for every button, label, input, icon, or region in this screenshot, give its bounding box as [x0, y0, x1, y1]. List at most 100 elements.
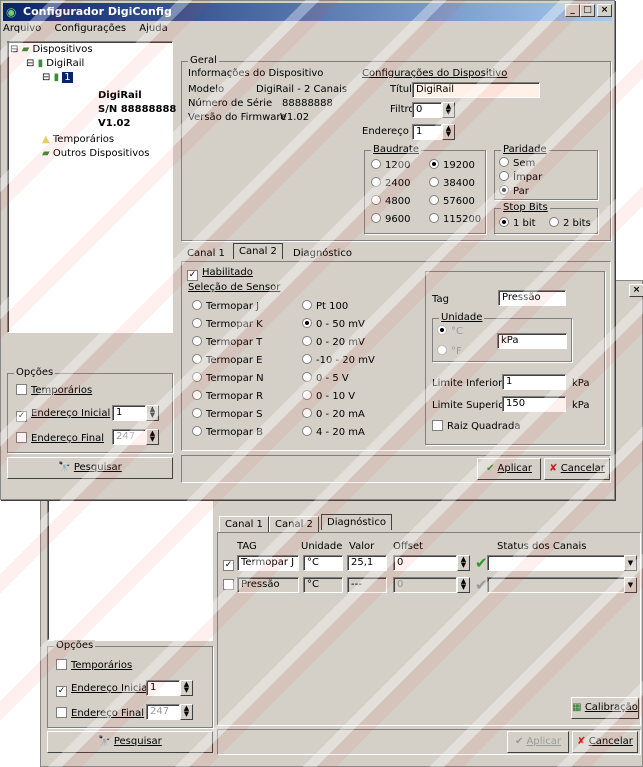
close-icon[interactable]: ×: [629, 284, 643, 297]
cancelar-button-back[interactable]: ✘ Cancelar: [572, 731, 638, 753]
diag-offset[interactable]: 0: [393, 555, 457, 571]
sensor-0-10v[interactable]: 0 - 10 V: [302, 390, 355, 402]
sensor-0-50mv[interactable]: 0 - 50 mV: [302, 318, 365, 330]
aplicar-button-back[interactable]: ✔ Aplicar: [507, 731, 569, 753]
sensor-pt100[interactable]: Pt 100: [302, 300, 348, 312]
spin-icon[interactable]: ▲ ▼: [457, 577, 470, 593]
endereco-inicial-input[interactable]: 1: [112, 405, 146, 421]
calibration-icon: ▦: [572, 702, 582, 713]
device-tree[interactable]: ⊟ ▰ Dispositivos ⊟ ▮ DigiRail ⊟ ▮ 1 Digi…: [7, 41, 176, 333]
cancelar-button[interactable]: ✘ Cancelar: [544, 458, 610, 480]
sensor-termopar-e[interactable]: Termopar E: [192, 354, 262, 366]
temporarios-checkbox[interactable]: Temporários: [16, 384, 92, 396]
table-row[interactable]: [223, 579, 238, 591]
search-button[interactable]: 🔭 Pesquisar: [7, 457, 173, 479]
table-row[interactable]: ✓: [223, 557, 238, 571]
menu-ajuda[interactable]: Ajuda: [139, 23, 167, 34]
baud-2400[interactable]: 2400: [371, 177, 410, 189]
tab-canal1[interactable]: Canal 1: [181, 245, 231, 262]
paridade-impar[interactable]: Ímpar: [499, 171, 542, 183]
stopbits-1[interactable]: 1 bit: [499, 217, 536, 229]
check-icon[interactable]: ✔: [475, 576, 488, 594]
tag-input[interactable]: Pressão: [498, 290, 566, 306]
spin-icon[interactable]: ▲ ▼: [146, 405, 159, 421]
spin-icon[interactable]: ▲ ▼: [442, 102, 455, 118]
sensor-0-20ma[interactable]: 0 - 20 mA: [302, 408, 365, 420]
title-bar: Configurador DigiConfig: [3, 3, 612, 21]
status-dropdown[interactable]: [487, 555, 637, 571]
search-button-back[interactable]: 🔭 Pesquisar: [47, 731, 213, 753]
status-dropdown[interactable]: [487, 577, 637, 593]
endereco-final-checkbox[interactable]: Endereço Final: [16, 432, 104, 444]
baud-38400[interactable]: 38400: [429, 177, 475, 189]
endereco-inicial-checkbox[interactable]: ✓ Endereço Inicial: [56, 683, 150, 697]
endereco-inicial-input[interactable]: 1: [146, 680, 180, 696]
menu-configuracoes[interactable]: Configurações: [54, 23, 126, 34]
tab-canal2-back[interactable]: Canal 2: [269, 516, 319, 533]
unit-fahrenheit[interactable]: °F: [437, 345, 462, 357]
calibracao-button[interactable]: ▦ Calibração: [571, 697, 639, 719]
tree-item-node[interactable]: ⊟ ▮ 1: [42, 72, 73, 83]
tree-item-temporarios[interactable]: ▲ Temporários: [42, 134, 114, 145]
endereco-final-input[interactable]: 247: [146, 704, 180, 720]
baud-19200[interactable]: 19200: [429, 159, 475, 171]
sensor-termopar-s[interactable]: Termopar S: [192, 408, 262, 420]
endereco-input[interactable]: 1: [412, 124, 442, 140]
check-icon[interactable]: ✔: [475, 554, 488, 572]
spin-icon[interactable]: ▲ ▼: [180, 704, 193, 720]
maximize-icon[interactable]: □: [580, 4, 595, 17]
tab-canal2[interactable]: Canal 2: [233, 243, 283, 259]
paridade-par[interactable]: Par: [499, 185, 529, 197]
spin-icon[interactable]: ▲ ▼: [146, 429, 159, 445]
limite-inferior-input[interactable]: 1: [502, 374, 566, 390]
tab-diagnostico[interactable]: Diagnóstico: [321, 514, 392, 530]
sensor-termopar-n[interactable]: Termopar N: [192, 372, 264, 384]
sensor-termopar-t[interactable]: Termopar T: [192, 336, 262, 348]
baud-1200[interactable]: 1200: [371, 159, 410, 171]
main-window: Configurador DigiConfig ◉ _ □ × Arquivo …: [0, 0, 615, 500]
temporarios-checkbox[interactable]: Temporários: [56, 659, 132, 671]
sensor-4-20ma[interactable]: 4 - 20 mA: [302, 426, 365, 438]
sensor-termopar-b[interactable]: Termopar B: [192, 426, 263, 438]
raiz-quadrada-checkbox[interactable]: Raiz Quadrada: [432, 420, 520, 432]
endereco-final-input[interactable]: 247: [112, 429, 146, 445]
baud-9600[interactable]: 9600: [371, 213, 410, 225]
endereco-inicial-checkbox[interactable]: ✓ Endereço Inicial: [16, 408, 110, 422]
stopbits-2[interactable]: 2 bits: [549, 217, 591, 229]
titulo-input[interactable]: DigiRail: [412, 82, 540, 98]
sensor-group: Seleção de Sensor Termopar J Termopar K …: [188, 282, 375, 438]
tab-diagnostico-front[interactable]: Diagnóstico: [287, 245, 358, 262]
chevron-down-icon[interactable]: ▼: [624, 577, 637, 593]
tab-canal1-back[interactable]: Canal 1: [219, 516, 269, 533]
sensor-10-20mv[interactable]: -10 - 20 mV: [302, 354, 375, 366]
close-icon[interactable]: ×: [597, 4, 612, 17]
minimize-icon[interactable]: _: [565, 4, 580, 17]
unit-celsius[interactable]: °C: [437, 325, 463, 337]
baud-4800[interactable]: 4800: [371, 195, 410, 207]
endereco-final-checkbox[interactable]: Endereço Final: [56, 707, 144, 719]
spin-icon[interactable]: ▲ ▼: [442, 124, 455, 140]
sensor-termopar-r[interactable]: Termopar R: [192, 390, 263, 402]
limite-superior-input[interactable]: 150: [502, 396, 566, 412]
diag-offset[interactable]: 0: [393, 577, 457, 593]
sensor-0-5v[interactable]: 0 - 5 V: [302, 372, 349, 384]
unit-input[interactable]: kPa: [497, 333, 567, 349]
tree-item-digirail[interactable]: ⊟ ▮ DigiRail: [26, 58, 84, 69]
chevron-down-icon[interactable]: ▼: [624, 555, 637, 571]
tree-item-outros[interactable]: ▰ Outros Dispositivos: [42, 148, 150, 159]
habilitado-checkbox[interactable]: ✓ Habilitado: [187, 267, 253, 281]
menu-arquivo[interactable]: Arquivo: [3, 23, 41, 34]
paridade-sem[interactable]: Sem: [499, 157, 535, 169]
spin-icon[interactable]: ▲ ▼: [457, 555, 470, 571]
aplicar-button[interactable]: ✔ Aplicar: [477, 458, 541, 480]
sensor-termopar-j[interactable]: Termopar J: [192, 300, 259, 312]
check-icon: ✔: [514, 736, 524, 747]
spin-icon[interactable]: ▲ ▼: [180, 680, 193, 696]
tree-item-dispositivos[interactable]: ⊟ ▰ Dispositivos: [10, 44, 93, 55]
baud-57600[interactable]: 57600: [429, 195, 475, 207]
baud-115200[interactable]: 115200: [429, 213, 481, 225]
sensor-0-20mv[interactable]: 0 - 20 mV: [302, 336, 365, 348]
close-icon: ✘: [577, 736, 586, 747]
filtro-input[interactable]: 0: [412, 102, 442, 118]
sensor-termopar-k[interactable]: Termopar K: [192, 318, 263, 330]
